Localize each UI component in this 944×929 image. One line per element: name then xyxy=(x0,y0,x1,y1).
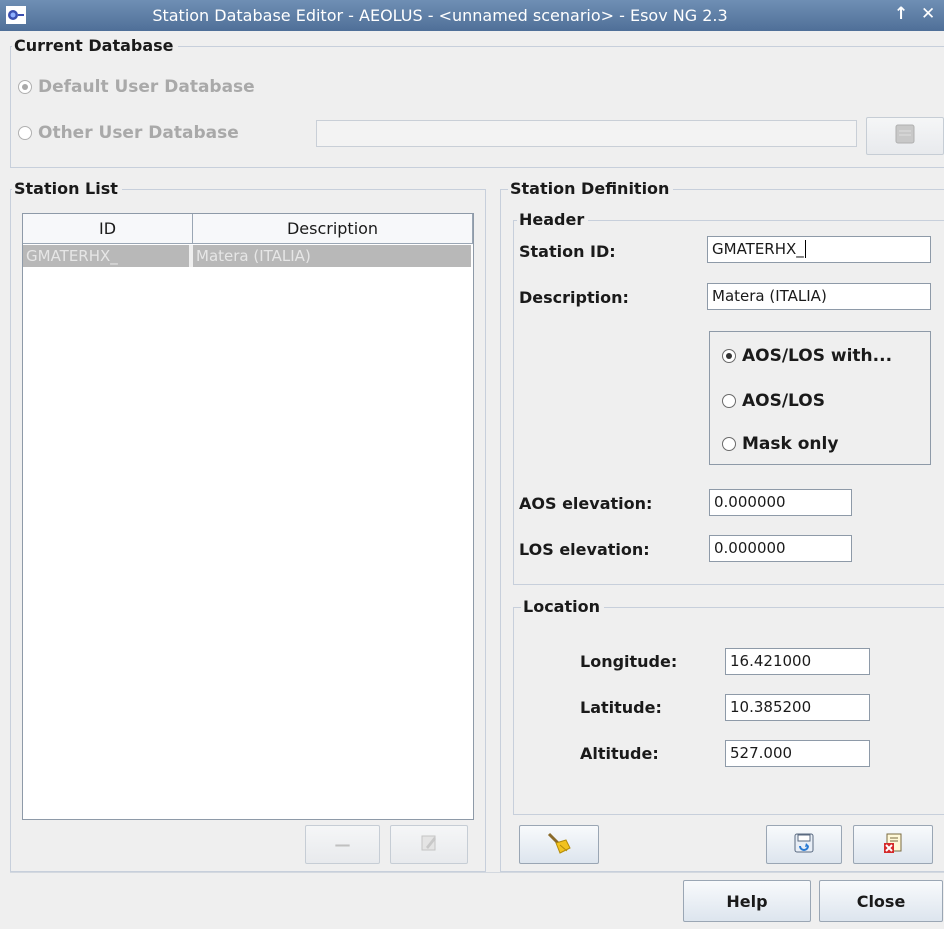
mode-aos-los-with-radio[interactable]: AOS/LOS with... xyxy=(722,346,892,366)
close-window-icon[interactable]: ✕ xyxy=(921,4,935,24)
station-id-value: GMATERHX_ xyxy=(712,240,804,258)
latitude-label: Latitude: xyxy=(580,698,662,717)
save-database-icon xyxy=(792,831,816,859)
station-list-legend: Station List xyxy=(12,179,122,199)
cell-id: GMATERHX_ xyxy=(26,247,118,265)
table-row[interactable]: GMATERHX_ Matera (ITALIA) xyxy=(23,245,471,267)
longitude-label: Longitude: xyxy=(580,652,678,671)
latitude-input[interactable]: 10.385200 xyxy=(725,694,870,721)
other-db-path-input[interactable] xyxy=(316,120,857,147)
station-id-input[interactable]: GMATERHX_ xyxy=(707,236,931,263)
description-label: Description: xyxy=(519,288,629,307)
table-header: ID Description xyxy=(23,214,473,244)
remove-station-button[interactable]: — xyxy=(305,825,380,864)
mode-label: AOS/LOS with... xyxy=(742,346,893,366)
text-cursor xyxy=(804,240,806,258)
mode-label: Mask only xyxy=(742,434,839,454)
mode-aos-los-radio[interactable]: AOS/LOS xyxy=(722,391,825,411)
default-db-radio[interactable]: Default User Database xyxy=(18,77,255,97)
station-definition-legend: Station Definition xyxy=(508,179,674,199)
help-button[interactable]: Help xyxy=(683,880,811,922)
los-elevation-label: LOS elevation: xyxy=(519,540,650,559)
description-input[interactable]: Matera (ITALIA) xyxy=(707,283,931,310)
title-bar[interactable]: Station Database Editor - AEOLUS - <unna… xyxy=(0,0,944,31)
station-id-label: Station ID: xyxy=(519,242,616,261)
window-title: Station Database Editor - AEOLUS - <unna… xyxy=(152,6,728,25)
database-icon xyxy=(894,123,916,149)
bottom-separator xyxy=(10,872,944,873)
close-button[interactable]: Close xyxy=(819,880,943,922)
radio-unselected-icon xyxy=(18,126,32,140)
maximize-icon[interactable]: ↑ xyxy=(894,4,908,24)
delete-icon xyxy=(881,831,905,859)
save-station-button[interactable] xyxy=(766,825,842,864)
current-database-legend: Current Database xyxy=(12,36,178,56)
radio-selected-icon xyxy=(722,349,736,363)
column-header-description[interactable]: Description xyxy=(193,214,473,244)
radio-unselected-icon xyxy=(722,437,736,451)
radio-unselected-icon xyxy=(722,394,736,408)
current-database-group xyxy=(10,46,944,168)
other-db-radio[interactable]: Other User Database xyxy=(18,123,239,143)
mode-mask-only-radio[interactable]: Mask only xyxy=(722,434,838,454)
browse-db-button[interactable] xyxy=(866,117,944,155)
los-elevation-input[interactable]: 0.000000 xyxy=(709,535,852,562)
altitude-input[interactable]: 527.000 xyxy=(725,740,870,767)
default-db-label: Default User Database xyxy=(38,77,255,97)
aos-elevation-input[interactable]: 0.000000 xyxy=(709,489,852,516)
longitude-input[interactable]: 16.421000 xyxy=(725,648,870,675)
header-legend: Header xyxy=(517,210,589,230)
mode-label: AOS/LOS xyxy=(742,391,825,411)
edit-station-button[interactable] xyxy=(390,825,468,864)
location-legend: Location xyxy=(521,597,604,617)
cell-description: Matera (ITALIA) xyxy=(196,247,311,265)
clear-button[interactable] xyxy=(519,825,599,864)
other-db-label: Other User Database xyxy=(38,123,239,143)
station-table[interactable]: ID Description GMATERHX_ Matera (ITALIA) xyxy=(22,213,474,820)
edit-icon xyxy=(419,833,439,857)
altitude-label: Altitude: xyxy=(580,744,659,763)
column-header-id[interactable]: ID xyxy=(23,214,193,244)
aos-elevation-label: AOS elevation: xyxy=(519,494,653,513)
delete-station-button[interactable] xyxy=(853,825,933,864)
radio-selected-icon xyxy=(18,80,32,94)
minus-icon: — xyxy=(334,835,351,854)
broom-icon xyxy=(546,831,572,859)
